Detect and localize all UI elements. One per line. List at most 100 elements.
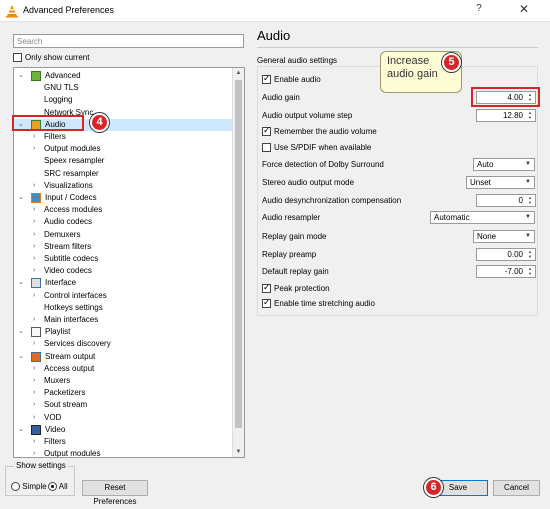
checkbox-box[interactable] xyxy=(13,53,22,63)
tree-item[interactable]: ⌄ Advanced xyxy=(14,70,234,82)
tree-item[interactable]: › Filters xyxy=(14,436,234,448)
chevron-right-icon[interactable]: › xyxy=(33,290,35,302)
close-button[interactable]: ✕ xyxy=(514,2,534,16)
checkbox-box[interactable] xyxy=(262,125,271,137)
chevron-right-icon[interactable]: › xyxy=(33,265,35,277)
tree-item-label: Access output xyxy=(44,363,95,373)
use-spdif-checkbox[interactable]: Use S/PDIF when available xyxy=(262,143,371,153)
chevron-down-icon[interactable]: ⌄ xyxy=(18,192,24,204)
tree-item[interactable]: ⌄ Input / Codecs xyxy=(14,192,234,204)
tree-item[interactable]: › Control interfaces xyxy=(14,290,234,302)
chevron-right-icon[interactable]: › xyxy=(33,131,35,143)
tree-item[interactable]: › Packetizers xyxy=(14,387,234,399)
checkbox-box[interactable] xyxy=(262,143,271,153)
tree-item[interactable]: › Output modules xyxy=(14,143,234,155)
spin-arrows-icon[interactable]: ▲ ▼ xyxy=(526,110,534,120)
chevron-down-icon[interactable]: ⌄ xyxy=(18,424,24,436)
resampler-select[interactable]: Automatic ▼ xyxy=(430,211,535,224)
chevron-down-icon[interactable]: ⌄ xyxy=(18,277,24,289)
tree-scrollbar[interactable]: ▲ ▼ xyxy=(232,68,244,457)
tree-item[interactable]: ⌄ Interface xyxy=(14,277,234,289)
tree-item[interactable]: Logging xyxy=(14,94,234,106)
scroll-up-arrow-icon[interactable]: ▲ xyxy=(233,68,244,78)
peak-protection-checkbox[interactable]: Peak protection xyxy=(262,282,330,294)
scroll-thumb[interactable] xyxy=(235,80,242,428)
scroll-down-arrow-icon[interactable]: ▼ xyxy=(233,447,244,457)
volume-step-value[interactable]: 12.80 xyxy=(503,111,523,120)
chevron-right-icon[interactable]: › xyxy=(33,180,35,192)
tree-item[interactable]: › Output modules xyxy=(14,448,234,457)
replay-preamp-value[interactable]: 0.00 xyxy=(507,250,523,259)
chevron-right-icon[interactable]: › xyxy=(33,448,35,457)
chevron-right-icon[interactable]: › xyxy=(33,204,35,216)
tree-item[interactable]: › Main interfaces xyxy=(14,314,234,326)
spin-arrows-icon[interactable]: ▲ ▼ xyxy=(526,195,534,205)
default-replay-gain-value[interactable]: -7.00 xyxy=(505,267,523,276)
chevron-right-icon[interactable]: › xyxy=(33,143,35,155)
default-replay-gain-spinbox[interactable]: -7.00 ▲ ▼ xyxy=(476,265,536,278)
tree-item[interactable]: › VOD xyxy=(14,412,234,424)
tree-item[interactable]: SRC resampler xyxy=(14,168,234,180)
checkbox-box[interactable] xyxy=(262,282,271,294)
tree-item[interactable]: › Filters xyxy=(14,131,234,143)
checkbox-box[interactable] xyxy=(262,73,271,85)
search-input[interactable] xyxy=(13,34,244,48)
chevron-down-icon[interactable]: ⌄ xyxy=(18,351,24,363)
tree-item[interactable]: › Subtitle codecs xyxy=(14,253,234,265)
chevron-right-icon[interactable]: › xyxy=(33,436,35,448)
tree-item[interactable]: › Visualizations xyxy=(14,180,234,192)
tree-item[interactable]: Speex resampler xyxy=(14,155,234,167)
tree-item[interactable]: › Demuxers xyxy=(14,229,234,241)
spin-arrows-icon[interactable]: ▲ ▼ xyxy=(526,249,534,259)
tree-item[interactable]: ⌄ Playlist xyxy=(14,326,234,338)
desync-value[interactable]: 0 xyxy=(519,196,523,205)
tree-item[interactable]: GNU TLS xyxy=(14,82,234,94)
tree-item[interactable]: › Sout stream xyxy=(14,399,234,411)
replay-preamp-spinbox[interactable]: 0.00 ▲ ▼ xyxy=(476,248,536,261)
only-show-current-checkbox[interactable]: Only show current xyxy=(13,53,89,63)
enable-audio-checkbox[interactable]: Enable audio xyxy=(262,73,321,85)
radio-all[interactable]: All xyxy=(48,482,68,492)
tree-item[interactable]: › Services discovery xyxy=(14,338,234,350)
tree-item[interactable]: › Audio codecs xyxy=(14,216,234,228)
replay-gain-mode-select[interactable]: None ▼ xyxy=(473,230,535,243)
chevron-right-icon[interactable]: › xyxy=(33,338,35,350)
chevron-right-icon[interactable]: › xyxy=(33,387,35,399)
radio-simple-circle[interactable] xyxy=(11,482,20,492)
callout-step-4: 4 xyxy=(90,113,109,132)
checkbox-box[interactable] xyxy=(262,297,271,309)
chevron-right-icon[interactable]: › xyxy=(33,253,35,265)
tree-item[interactable]: ⌄ Stream output xyxy=(14,351,234,363)
spin-arrows-icon[interactable]: ▲ ▼ xyxy=(526,266,534,276)
chevron-right-icon[interactable]: › xyxy=(33,363,35,375)
desync-spinbox[interactable]: 0 ▲ ▼ xyxy=(476,194,536,207)
chevron-right-icon[interactable]: › xyxy=(33,399,35,411)
tree-item[interactable]: › Access output xyxy=(14,363,234,375)
chevron-right-icon[interactable]: › xyxy=(33,412,35,424)
chevron-right-icon[interactable]: › xyxy=(33,241,35,253)
radio-all-circle[interactable] xyxy=(48,482,57,492)
help-button[interactable]: ? xyxy=(469,3,489,14)
chevron-right-icon[interactable]: › xyxy=(33,375,35,387)
radio-simple[interactable]: Simple xyxy=(11,482,47,492)
cancel-button[interactable]: Cancel xyxy=(493,480,540,496)
volume-step-spinbox[interactable]: 12.80 ▲ ▼ xyxy=(476,109,536,122)
tree-item-label: Access modules xyxy=(44,205,103,215)
reset-preferences-button[interactable]: Reset Preferences xyxy=(82,480,148,506)
chevron-right-icon[interactable]: › xyxy=(33,216,35,228)
tree-item[interactable]: Hotkeys settings xyxy=(14,302,234,314)
remember-volume-checkbox[interactable]: Remember the audio volume xyxy=(262,125,377,137)
tree-item[interactable]: › Stream filters xyxy=(14,241,234,253)
tree-item[interactable]: › Video codecs xyxy=(14,265,234,277)
stereo-mode-label: Stereo audio output mode xyxy=(262,178,355,187)
dolby-select[interactable]: Auto ▼ xyxy=(473,158,535,171)
chevron-right-icon[interactable]: › xyxy=(33,314,35,326)
stereo-mode-select[interactable]: Unset ▼ xyxy=(466,176,535,189)
chevron-down-icon[interactable]: ⌄ xyxy=(18,326,24,338)
chevron-right-icon[interactable]: › xyxy=(33,229,35,241)
tree-item[interactable]: ⌄ Video xyxy=(14,424,234,436)
tree-item[interactable]: › Muxers xyxy=(14,375,234,387)
chevron-down-icon[interactable]: ⌄ xyxy=(18,70,24,82)
time-stretching-checkbox[interactable]: Enable time stretching audio xyxy=(262,297,375,309)
tree-item[interactable]: › Access modules xyxy=(14,204,234,216)
